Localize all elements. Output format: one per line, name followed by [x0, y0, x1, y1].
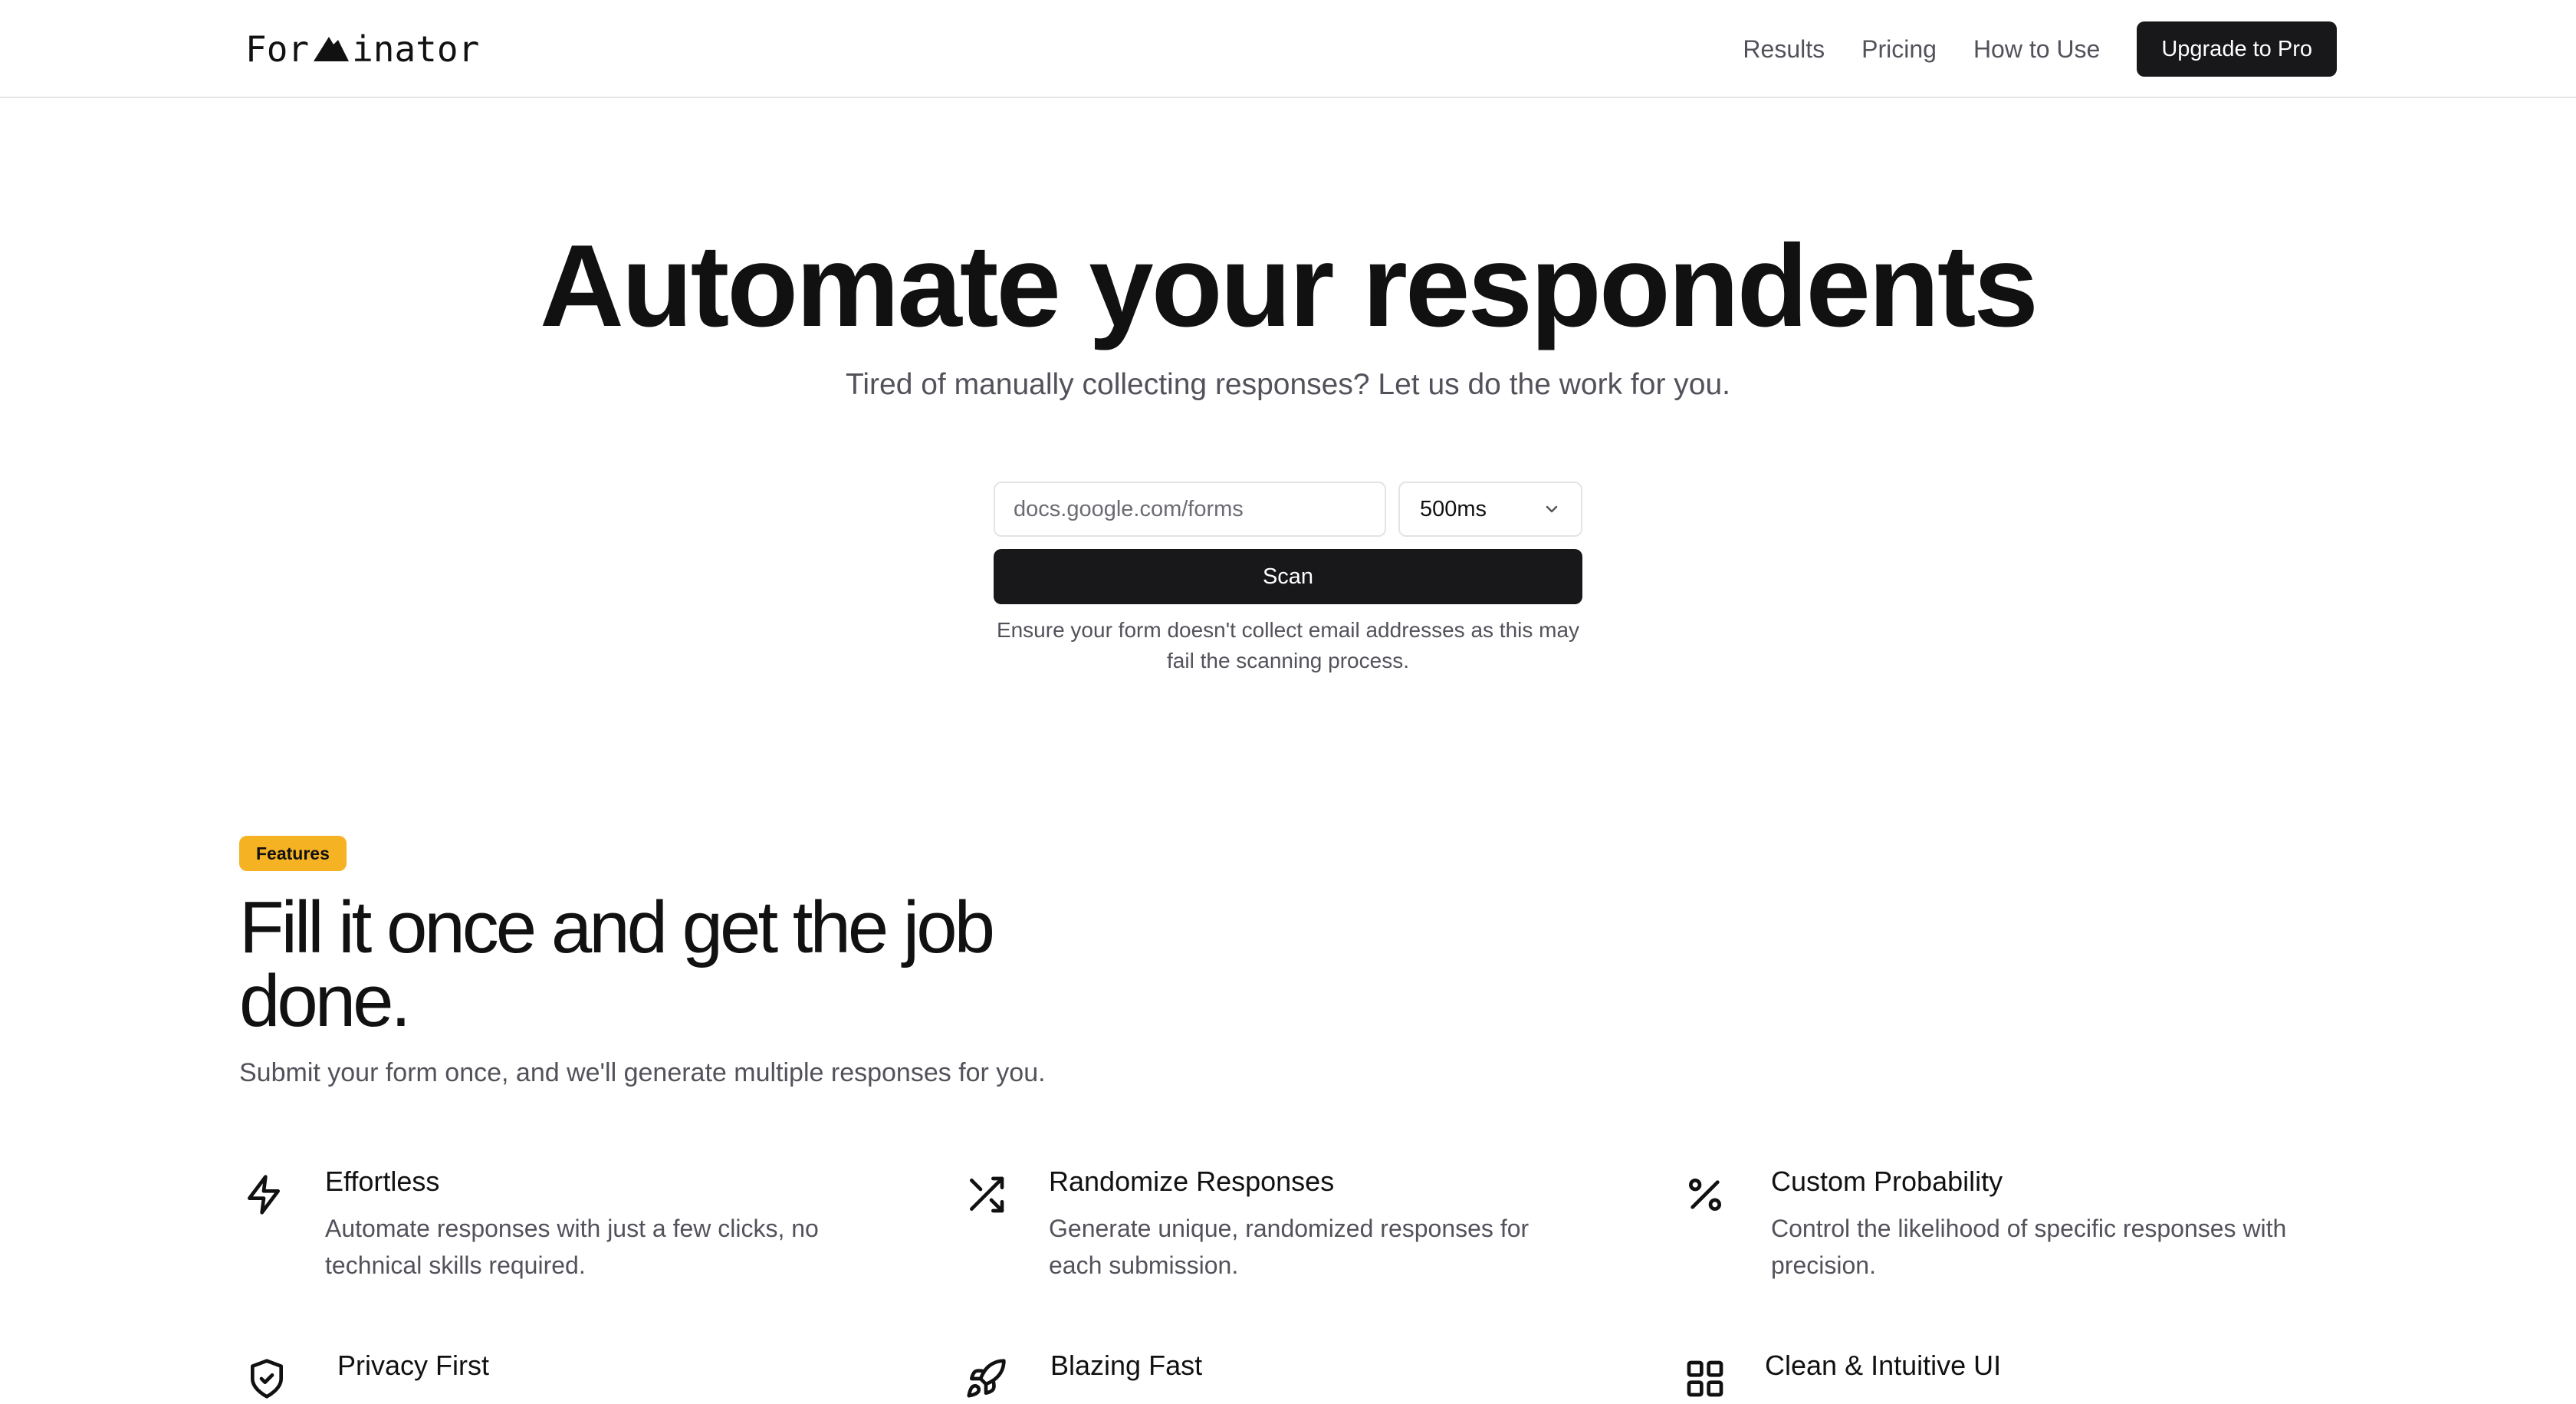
- hero-title: Automate your respondents: [540, 221, 2039, 351]
- feature-title: Randomize Responses: [1049, 1166, 1335, 1197]
- feature-title: Privacy First: [337, 1350, 489, 1381]
- logo-text-right: inator: [352, 28, 480, 70]
- nav-link-how-to-use[interactable]: How to Use: [1973, 35, 2100, 64]
- main-nav: Results Pricing How to Use Upgrade to Pr…: [1743, 21, 2337, 77]
- features-badge: Features: [239, 836, 347, 871]
- shield-check-icon: [245, 1357, 288, 1400]
- delay-select[interactable]: 500ms: [1398, 482, 1582, 537]
- features-subtitle: Submit your form once, and we'll generat…: [239, 1058, 1046, 1087]
- chevron-down-icon: [1546, 505, 1558, 513]
- grid-icon: [1684, 1357, 1727, 1400]
- feature-description: Control the likelihood of specific respo…: [1771, 1215, 2287, 1279]
- nav-link-results[interactable]: Results: [1743, 35, 1825, 64]
- rocket-icon: [964, 1357, 1007, 1400]
- feature-description: Automate responses with just a few click…: [325, 1215, 819, 1279]
- logo[interactable]: For inator: [245, 26, 479, 72]
- scan-note: Ensure your form doesn't collect email a…: [996, 618, 1580, 672]
- feature-description: Generate unique, randomized responses fo…: [1049, 1215, 1530, 1279]
- feature-title: Clean & Intuitive UI: [1765, 1350, 2002, 1381]
- features-title: Fill it once and get the job done.: [239, 886, 995, 1042]
- feature-title: Blazing Fast: [1050, 1350, 1203, 1381]
- mountain-logo-icon: [314, 37, 350, 61]
- hero-subtitle: Tired of manually collecting responses? …: [846, 368, 1730, 401]
- feature-title: Custom Probability: [1771, 1166, 2003, 1197]
- form-url-input[interactable]: [994, 482, 1386, 537]
- upgrade-to-pro-button[interactable]: Upgrade to Pro: [2137, 21, 2337, 77]
- delay-select-value: 500ms: [1420, 496, 1487, 521]
- nav-link-pricing[interactable]: Pricing: [1861, 35, 1937, 64]
- scan-button[interactable]: Scan: [994, 549, 1582, 604]
- lightning-icon: [242, 1173, 285, 1216]
- top-navbar: For inator Results Pricing How to Use Up…: [0, 0, 2576, 98]
- percent-icon: [1684, 1173, 1727, 1216]
- shuffle-icon: [964, 1173, 1007, 1216]
- feature-title: Effortless: [325, 1166, 440, 1197]
- logo-text-left: For: [245, 28, 310, 70]
